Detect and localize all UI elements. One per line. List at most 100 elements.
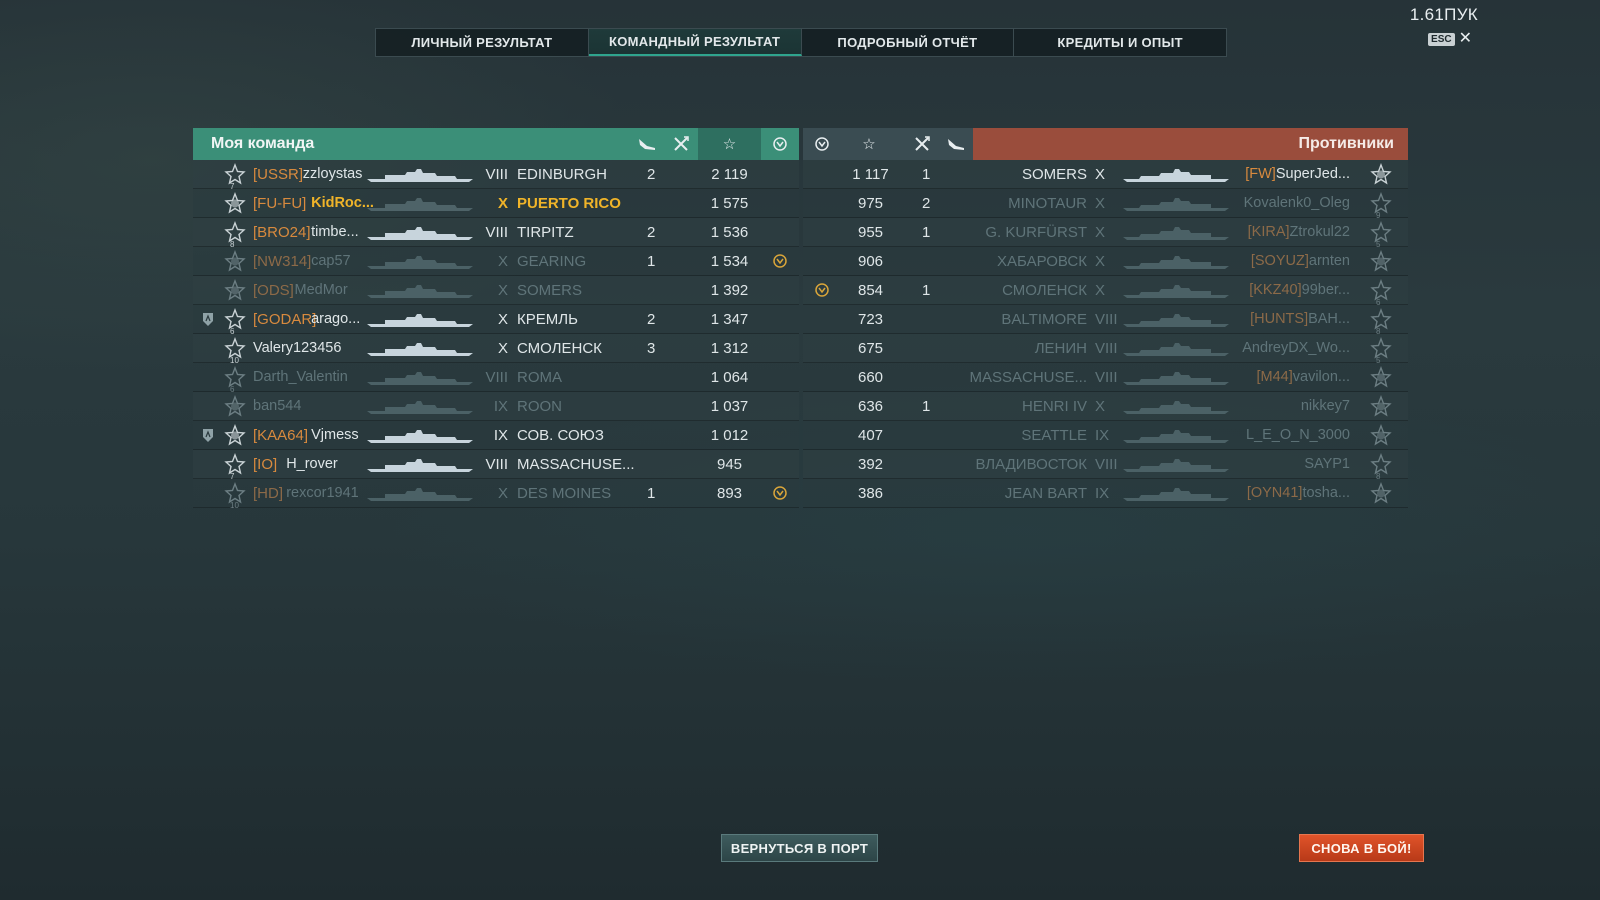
ship-silhouette-icon (1121, 225, 1231, 241)
ship-name: G. KURFÜRST (985, 224, 1087, 241)
player-name: vavilon... (1292, 369, 1350, 385)
enemy-player-label: [FW]SuperJed... (1245, 160, 1350, 189)
crossed-swords-icon[interactable] (905, 128, 939, 160)
laurel-icon[interactable] (805, 128, 839, 160)
enemy-team-row[interactable]: 723 BALTIMORE VIII [HUNTS]BAH... 8 (803, 305, 1408, 336)
ship-tier: X (497, 253, 508, 270)
star-icon[interactable]: ☆ (698, 128, 761, 160)
close-icon[interactable]: ✕ (1459, 31, 1472, 47)
ship-tier: X (1095, 166, 1106, 183)
base-xp-value: 660 (857, 369, 884, 386)
player-name: H_rover (286, 456, 338, 472)
rank-badge-icon: 8 (223, 221, 247, 249)
player-name: Kovalenk0_Oleg (1243, 195, 1350, 211)
player-name: Valery123456 (253, 340, 342, 356)
enemy-team-row[interactable]: 955 1 G. KURFÜRST X [KIRA]Ztrokul22 5 (803, 218, 1408, 249)
ship-silhouette-icon (1121, 370, 1231, 386)
battle-again-button[interactable]: СНОВА В БОЙ! (1299, 834, 1424, 862)
my-team-row[interactable]: 10 Valery123456 X СМОЛЕНСК 3 1 312 (193, 334, 799, 365)
my-team-row[interactable]: 6 [GODAR] arago... X КРЕМЛЬ 2 1 347 (193, 305, 799, 336)
return-to-port-button[interactable]: ВЕРНУТЬСЯ В ПОРТ (721, 834, 878, 862)
rank-badge-icon: 8 (1369, 453, 1393, 481)
enemy-team-row[interactable]: 636 1 HENRI IV Xnikkey7 (803, 392, 1408, 421)
ship-tier: X (497, 340, 508, 357)
ship-tier: VIII (485, 369, 508, 386)
tab-team-result[interactable]: КОМАНДНЫЙ РЕЗУЛЬТАТ (588, 29, 802, 56)
my-team-row[interactable]: 10 [HD] rexcor1941 X DES MOINES 1 893 (193, 479, 799, 510)
my-team-row[interactable]: [FU-FU] KidRoc... X PUERTO RICO 1 575 (193, 189, 799, 218)
table-row: [FU-FU] KidRoc... X PUERTO RICO 1 575 975 2 MIN… (193, 189, 1408, 220)
tab-detailed-report[interactable]: ПОДРОБНЫЙ ОТЧЁТ (802, 29, 1015, 56)
player-name: cap57 (311, 253, 351, 269)
rank-badge-icon: 5 (1369, 221, 1393, 249)
ship-name: PUERTO RICO (517, 195, 621, 212)
enemy-team-row[interactable]: 906 ХАБАРОВСК X [SOYUZ]arnten (803, 247, 1408, 276)
enemy-player-label: Kovalenk0_Oleg (1244, 189, 1350, 218)
table-row: [NW314] cap57 X GEARING 1 1 534 906 ХАБАРОВСК X[… (193, 247, 1408, 276)
player-name: timbe... (311, 224, 359, 240)
ship-name: MASSACHUSE... (517, 456, 635, 473)
player-clan-tag: [SOYUZ] (1250, 253, 1309, 269)
my-team-row[interactable]: 7 [IO] H_rover VIII MASSACHUSE... 945 (193, 450, 799, 481)
player-clan-tag: [IO] (253, 456, 278, 473)
my-team-row[interactable]: 7 [USSR] zzloystas VIII EDINBURGH 2 2 119 (193, 160, 799, 191)
base-xp-value: 893 (716, 485, 743, 502)
esc-key-badge: ESC (1428, 32, 1455, 46)
tab-personal-result[interactable]: ЛИЧНЫЙ РЕЗУЛЬТАТ (376, 29, 589, 56)
rank-badge-icon (1369, 395, 1393, 419)
ship-silhouette-icon (1121, 457, 1231, 473)
my-team-row[interactable]: [ODS] MedMor X SOMERS 1 392 (193, 276, 799, 305)
achievement-laurel-icon (772, 253, 788, 269)
player-name: arnten (1308, 253, 1350, 269)
my-team-row[interactable]: ban544 IX ROON 1 037 (193, 392, 799, 421)
player-clan-tag: [KKZ40] (1249, 282, 1302, 298)
enemy-team-row[interactable]: 1 117 1 SOMERS X [FW]SuperJed... (803, 160, 1408, 189)
my-team-row[interactable]: [KAA64] Vjmess IX СОВ. СОЮЗ 1 012 (193, 421, 799, 450)
enemy-team-row[interactable]: 975 2 MINOTAUR X Kovalenk0_Oleg 9 (803, 189, 1408, 220)
table-row: 6 Darth_Valentin VIII ROMA 1 064 660 MASSACHUS… (193, 363, 1408, 394)
player-name: L_E_O_N_3000 (1246, 427, 1350, 443)
player-name: SAYP1 (1304, 456, 1350, 472)
enemy-team-row[interactable]: 407 SEATTLE IX L_E_O_N_3000 (803, 421, 1408, 450)
my-team-row[interactable]: [NW314] cap57 X GEARING 1 1 534 (193, 247, 799, 276)
table-row: 8 [BRO24] timbe... VIII TIRPITZ 2 1 536 955 1 G. … (193, 218, 1408, 249)
my-team-row[interactable]: 6 Darth_Valentin VIII ROMA 1 064 (193, 363, 799, 394)
ship-name: GEARING (517, 253, 587, 270)
close-results-control[interactable]: ESC ✕ (1428, 31, 1472, 47)
plane-icon[interactable] (630, 128, 664, 160)
player-name: Darth_Valentin (253, 369, 348, 385)
ship-silhouette-icon (365, 428, 475, 444)
rank-badge-icon (1369, 424, 1393, 448)
plane-icon[interactable] (939, 128, 973, 160)
star-icon[interactable]: ☆ (852, 128, 886, 160)
player-name: BAH... (1308, 311, 1350, 327)
my-team-row[interactable]: 8 [BRO24] timbe... VIII TIRPITZ 2 1 536 (193, 218, 799, 249)
base-xp-value: 1 012 (710, 427, 749, 444)
player-name: rexcor1941 (286, 485, 359, 501)
base-xp-value: 392 (857, 456, 884, 473)
enemy-player-label: [KKZ40]99ber... (1249, 276, 1350, 305)
enemy-team-row[interactable]: 675 ЛЕНИН VIII AndreyDX_Wo... 5 (803, 334, 1408, 365)
results-tabs: ЛИЧНЫЙ РЕЗУЛЬТАТ КОМАНДНЫЙ РЕЗУЛЬТАТ ПОД… (375, 28, 1227, 57)
enemy-team-row[interactable]: 392 ВЛАДИВОСТОК VIII SAYP1 8 (803, 450, 1408, 481)
rank-badge-icon: 8 (1369, 308, 1393, 336)
enemy-player-label: [OYN41]tosha... (1247, 479, 1350, 508)
ship-name: SOMERS (1021, 166, 1087, 183)
laurel-icon[interactable] (763, 128, 797, 160)
enemy-team-row[interactable]: 386 JEAN BART IX [OYN41]tosha... (803, 479, 1408, 508)
ship-silhouette-icon (1121, 196, 1231, 212)
clan-shield-icon (202, 312, 214, 327)
tab-credits-and-xp[interactable]: КРЕДИТЫ И ОПЫТ (1014, 29, 1226, 56)
enemy-team-row[interactable]: 854 1 СМОЛЕНСК X [KKZ40]99ber... 6 (803, 276, 1408, 307)
player-name: 99ber... (1301, 282, 1350, 298)
ship-silhouette-icon (365, 370, 475, 386)
crossed-swords-icon[interactable] (664, 128, 698, 160)
ship-silhouette-icon (365, 283, 475, 299)
base-xp-value: 1 536 (710, 224, 749, 241)
base-xp-value: 854 (857, 282, 884, 299)
ship-silhouette-icon (1121, 399, 1231, 415)
base-xp-value: 636 (857, 398, 884, 415)
ship-tier: VIII (1095, 456, 1118, 473)
base-xp-value: 1 575 (710, 195, 749, 212)
enemy-team-row[interactable]: 660 MASSACHUSE... VIII [M44]vavilon... (803, 363, 1408, 392)
